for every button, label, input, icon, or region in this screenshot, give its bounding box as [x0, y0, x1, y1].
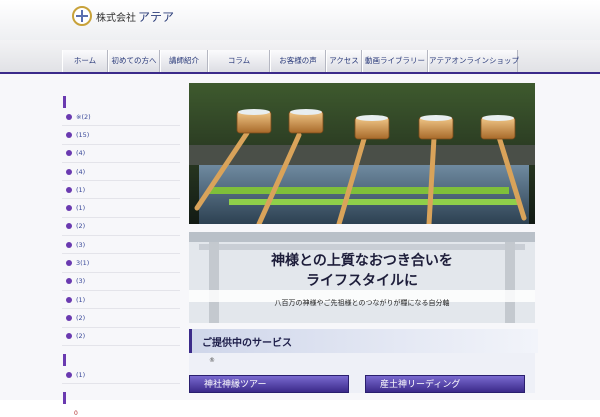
site-logo[interactable]: 株式会社 アテア — [72, 6, 174, 26]
bullet-icon — [66, 333, 72, 340]
sidebar-item-label: (1) — [76, 185, 86, 194]
service-shrine-tour-button[interactable]: 神社神縁ツアー — [189, 375, 349, 393]
sidebar-item[interactable]: 3(1) — [62, 254, 180, 273]
hero-photo-water-ladles — [189, 83, 535, 224]
nav-testimonials[interactable]: お客様の声 — [270, 50, 326, 72]
registered-mark: ® — [209, 357, 215, 364]
sidebar-item[interactable]: (1) — [62, 291, 180, 310]
bullet-icon — [66, 371, 72, 378]
sidebar-item-label: (4) — [76, 167, 86, 176]
logo-prefix: 株式会社 — [96, 12, 136, 24]
nav-column[interactable]: コラム — [208, 50, 270, 72]
bullet-icon — [66, 113, 72, 120]
sidebar-item-label: (3) — [76, 240, 86, 249]
sidebar-item[interactable]: (1) — [62, 199, 180, 218]
hero-banner-torii: 神様との上質なおつき合いを ライフスタイルに 八百万の神様やご先祖様とのつながり… — [189, 232, 535, 323]
sidebar-item-label: (15) — [76, 130, 90, 139]
bullet-icon — [66, 278, 72, 285]
sidebar-item[interactable]: (3) — [62, 273, 180, 291]
sidebar-item-label: (1) — [76, 295, 86, 304]
sidebar: ※(2) (15) (4) (4) (1) (1) (2) (3) 3(1) (3) (1) (2) (… — [62, 96, 180, 417]
bullet-icon — [66, 150, 72, 157]
sidebar-item[interactable]: ※(2) — [62, 108, 180, 127]
sidebar-item-label: (2) — [76, 313, 86, 322]
bullet-icon — [66, 260, 72, 267]
main-nav: ホーム 初めての方へ 講師紹介 コラム お客様の声 アクセス 動画ライブラリー … — [0, 40, 600, 74]
sidebar-item[interactable]: (15) — [62, 126, 180, 145]
bullet-icon — [66, 241, 72, 248]
sidebar-item[interactable]: (1) — [62, 181, 180, 200]
bullet-icon — [66, 223, 72, 230]
bullet-icon — [66, 168, 72, 175]
sidebar-tail-count: 0 — [74, 410, 78, 417]
bullet-icon — [66, 131, 72, 138]
sidebar-item-label: ※(2) — [76, 112, 91, 121]
sidebar-item[interactable]: (4) — [62, 163, 180, 182]
sidebar-item[interactable]: (4) — [62, 145, 180, 163]
sidebar-item[interactable]: (2) — [62, 218, 180, 237]
bullet-icon — [66, 186, 72, 193]
site-header: 株式会社 アテア — [0, 0, 600, 40]
bullet-icon — [66, 296, 72, 303]
hero-headline-line2: ライフスタイルに — [306, 273, 418, 289]
nav-access[interactable]: アクセス — [326, 50, 362, 72]
sidebar-category-list: ※(2) (15) (4) (4) (1) (1) (2) (3) 3(1) (3) (1) (2) (… — [62, 108, 180, 346]
main-content: 神様との上質なおつき合いを ライフスタイルに 八百万の神様やご先祖様とのつながり… — [189, 83, 538, 393]
sidebar-item-label: (1) — [76, 204, 86, 213]
nav-first-time[interactable]: 初めての方へ — [108, 50, 160, 72]
sidebar-item-label: (3) — [76, 277, 86, 286]
services-title: ご提供中のサービス — [202, 338, 292, 349]
nav-instructors[interactable]: 講師紹介 — [160, 50, 208, 72]
logo-cross-icon — [72, 6, 92, 26]
bullet-icon — [66, 205, 72, 212]
sidebar-item-label: (2) — [76, 332, 86, 341]
logo-text: 株式会社 アテア — [96, 8, 174, 25]
sidebar-heading-marker-3 — [63, 392, 66, 405]
water-basin-illustration — [189, 83, 535, 224]
hero-subline: 八百万の神様やご先祖様とのつながりが糧になる自分軸 — [274, 299, 450, 307]
sidebar-item[interactable]: (2) — [62, 309, 180, 328]
nav-online-shop[interactable]: アテアオンラインショップ — [428, 50, 519, 72]
sidebar-archive-list: (1) — [62, 366, 180, 385]
services-body: ® 神社神縁ツアー 産土神リーディング — [189, 353, 535, 393]
sidebar-item[interactable]: (3) — [62, 236, 180, 255]
sidebar-heading-marker — [63, 96, 66, 108]
sidebar-heading-marker-2 — [63, 353, 66, 366]
sidebar-item-label: 3(1) — [76, 259, 90, 268]
sidebar-item-label: (2) — [76, 222, 86, 231]
nav-video-library[interactable]: 動画ライブラリー — [362, 50, 428, 72]
logo-name: アテア — [138, 9, 175, 24]
sidebar-item-label: (4) — [76, 149, 86, 158]
sidebar-item[interactable]: (1) — [62, 366, 180, 385]
service-ubusuna-reading-button[interactable]: 産土神リーディング — [365, 375, 525, 393]
sidebar-item[interactable]: (2) — [62, 328, 180, 346]
bullet-icon — [66, 314, 72, 321]
nav-home[interactable]: ホーム — [62, 50, 108, 72]
services-header: ご提供中のサービス — [189, 329, 538, 353]
sidebar-item-label: (1) — [76, 370, 86, 379]
hero-headline-line1: 神様との上質なおつき合いを — [271, 253, 453, 269]
